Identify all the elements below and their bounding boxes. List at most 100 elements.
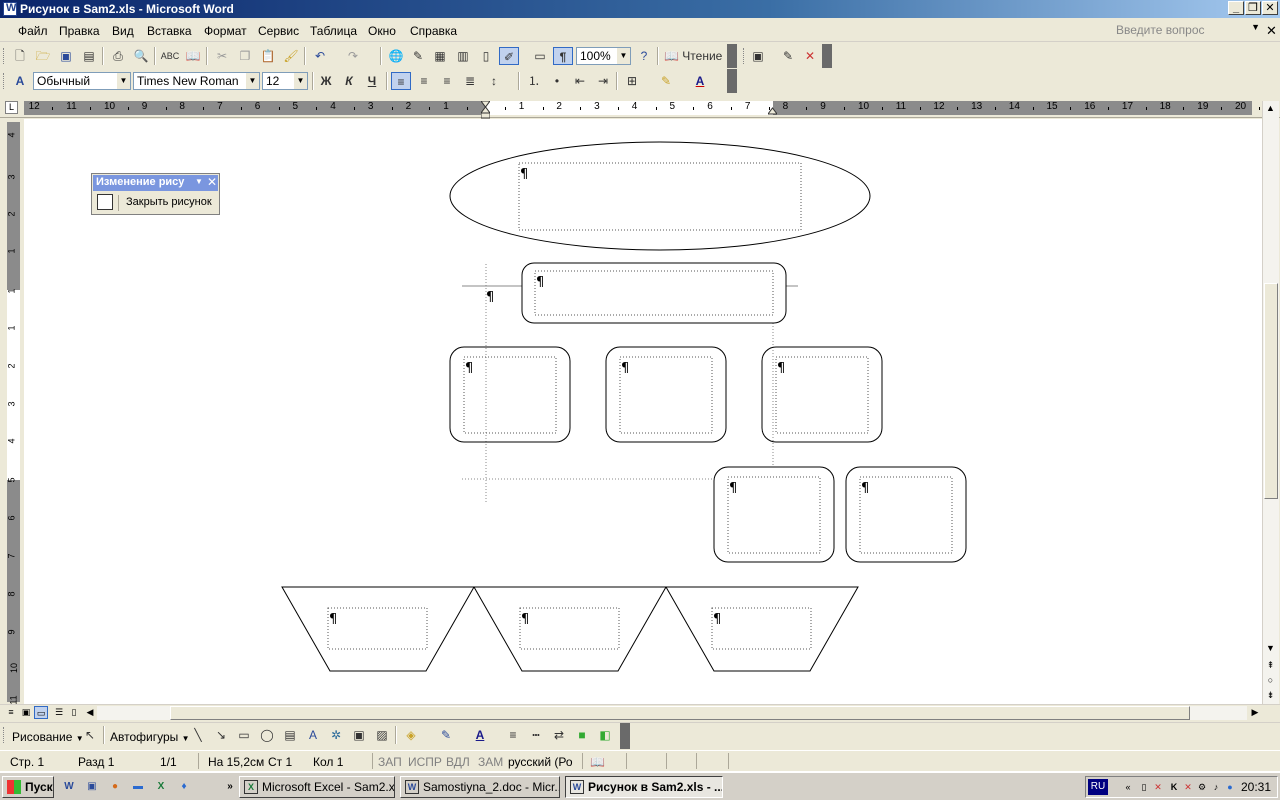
menu-insert[interactable]: Вставка — [147, 24, 192, 38]
menu-help[interactable]: Справка — [410, 24, 457, 38]
scroll-down-icon[interactable]: ▼ — [1263, 641, 1278, 655]
k-tray-icon[interactable]: K — [1168, 781, 1180, 793]
reading-view-icon[interactable]: ▯ — [67, 706, 81, 719]
quicklaunch-more-icon[interactable]: » — [222, 779, 238, 795]
menu-table[interactable]: Таблица — [310, 24, 357, 38]
scroll-thumb[interactable] — [170, 706, 1190, 720]
task-word-samostiyna[interactable]: W Samostiyna_2.doc - Micr... — [400, 776, 560, 798]
arrow-icon[interactable]: ↘ — [211, 726, 231, 744]
chevron-down-icon[interactable]: ▼ — [294, 73, 307, 89]
arrow-style-icon[interactable]: ⇄ — [549, 726, 569, 744]
redo-icon[interactable]: ↷ — [343, 47, 363, 65]
toolbar-grip[interactable] — [743, 48, 746, 64]
justify-icon[interactable]: ≣ — [460, 72, 480, 90]
toolbar-options[interactable] — [727, 44, 737, 68]
toolbar-grip[interactable] — [3, 727, 6, 743]
text-box[interactable] — [727, 476, 821, 554]
chevron-down-icon[interactable]: ▼ — [617, 48, 630, 64]
borders-icon[interactable]: ⊞ — [622, 72, 642, 90]
menu-window[interactable]: Окно — [368, 24, 396, 38]
flag-icon[interactable]: ▬ — [130, 779, 146, 795]
help-search-box[interactable]: Введите вопрос ▼ — [1112, 22, 1262, 40]
line-spacing-icon[interactable]: ↕ — [484, 72, 504, 90]
columns-icon[interactable]: ▯ — [476, 47, 496, 65]
reviewing-icon[interactable]: ✎ — [778, 47, 798, 65]
close-button[interactable]: ✕ — [1262, 1, 1278, 15]
document-map-icon[interactable]: ▭ — [530, 47, 550, 65]
excel-quicklaunch-icon[interactable]: X — [153, 779, 169, 795]
line-icon[interactable]: ╲ — [188, 726, 208, 744]
diagram-icon[interactable]: ✲ — [326, 726, 346, 744]
vertical-scrollbar[interactable]: ▲ ▼ ⇞ ○ ⇟ — [1262, 101, 1279, 704]
style-select[interactable]: Обычный ▼ — [33, 72, 131, 90]
align-left-icon[interactable]: ≡ — [391, 72, 411, 90]
align-right-icon[interactable]: ≡ — [437, 72, 457, 90]
font-size-select[interactable]: 12 ▼ — [262, 72, 308, 90]
tables-borders-icon[interactable]: ✎ — [408, 47, 428, 65]
word-app-icon[interactable] — [3, 2, 17, 16]
tab-selector[interactable]: L — [5, 101, 18, 114]
close-picture-button[interactable]: Закрыть рисунок — [126, 196, 212, 208]
spelling-icon[interactable]: ABC — [160, 47, 180, 65]
menu-edit[interactable]: Правка — [59, 24, 100, 38]
font-color-icon[interactable]: A — [690, 72, 710, 90]
permission-icon[interactable]: ▤ — [79, 47, 99, 65]
ellipse-shape[interactable] — [449, 141, 871, 251]
chevron-down-icon[interactable]: ▼ — [117, 73, 130, 89]
text-box[interactable] — [775, 356, 869, 434]
toolbar-grip[interactable] — [3, 73, 6, 89]
right-indent-marker[interactable] — [767, 105, 778, 115]
status-overtype[interactable]: ЗАМ — [478, 755, 503, 769]
indent-marker[interactable] — [480, 100, 491, 119]
styles-icon[interactable]: A — [10, 72, 30, 90]
drawing-menu[interactable]: Рисование ▼ — [12, 730, 84, 744]
trapezoid-shape[interactable] — [473, 586, 667, 672]
underline-button[interactable]: Ч — [362, 72, 382, 90]
print-preview-icon[interactable]: 🔍 — [131, 47, 151, 65]
trapezoid-shape[interactable] — [665, 586, 859, 672]
decrease-indent-icon[interactable]: ⇤ — [570, 72, 590, 90]
print-layout-icon[interactable]: ▭ — [34, 706, 48, 719]
rectangle-icon[interactable]: ▭ — [234, 726, 254, 744]
open-folder-icon[interactable]: 🗁 — [33, 47, 53, 65]
line-style-icon[interactable]: ≡ — [503, 726, 523, 744]
rounded-rect-shape[interactable] — [521, 262, 787, 324]
network-tray-icon[interactable]: ✕ — [1152, 781, 1164, 793]
format-painter-icon[interactable]: 🖌 — [281, 47, 301, 65]
drawing-icon[interactable]: ✐ — [499, 47, 519, 65]
normal-view-icon[interactable]: ≡ — [4, 706, 18, 719]
bullets-icon[interactable]: • — [547, 72, 567, 90]
cut-icon[interactable]: ✂ — [212, 47, 232, 65]
text-box[interactable] — [859, 476, 953, 554]
scroll-left-icon[interactable]: ◀ — [83, 706, 97, 719]
scroll-up-icon[interactable]: ▲ — [1263, 101, 1278, 115]
autoshapes-menu[interactable]: Автофигуры ▼ — [110, 730, 190, 744]
help-icon[interactable]: ? — [634, 47, 654, 65]
bold-button[interactable]: Ж — [316, 72, 336, 90]
picture-icon[interactable]: ▨ — [372, 726, 392, 744]
reject-change-icon[interactable]: ✕ — [800, 47, 820, 65]
volume-tray-icon[interactable]: ♪ — [1210, 781, 1222, 793]
toolbar-grip[interactable] — [3, 48, 6, 64]
select-objects-icon[interactable]: ↖ — [80, 726, 100, 744]
select-browse-object-icon[interactable]: ○ — [1263, 673, 1278, 687]
text-box[interactable] — [619, 356, 713, 434]
reading-button[interactable]: 📖 Чтение — [664, 47, 724, 65]
status-language[interactable]: русский (Ро — [508, 755, 573, 769]
start-button[interactable]: Пуск — [2, 776, 54, 798]
undo-icon[interactable]: ↶ — [310, 47, 330, 65]
text-box[interactable] — [534, 270, 774, 316]
align-center-icon[interactable]: ≡ — [414, 72, 434, 90]
fill-color-icon[interactable]: ◈ — [401, 726, 421, 744]
insert-table-icon[interactable]: ▦ — [430, 47, 450, 65]
hyperlink-icon[interactable]: 🌐 — [386, 47, 406, 65]
save-icon[interactable]: ▣ — [56, 47, 76, 65]
status-track-changes[interactable]: ИСПР — [408, 755, 442, 769]
status-record[interactable]: ЗАП — [378, 755, 402, 769]
previous-page-icon[interactable]: ⇞ — [1263, 658, 1278, 672]
security-tray-icon[interactable]: ✕ — [1182, 781, 1194, 793]
app-quicklaunch-icon[interactable]: ♦ — [176, 779, 192, 795]
notepad-tray-icon[interactable]: ▯ — [1138, 781, 1150, 793]
line-color-icon[interactable]: ✎ — [436, 726, 456, 744]
copy-icon[interactable]: ❐ — [235, 47, 255, 65]
